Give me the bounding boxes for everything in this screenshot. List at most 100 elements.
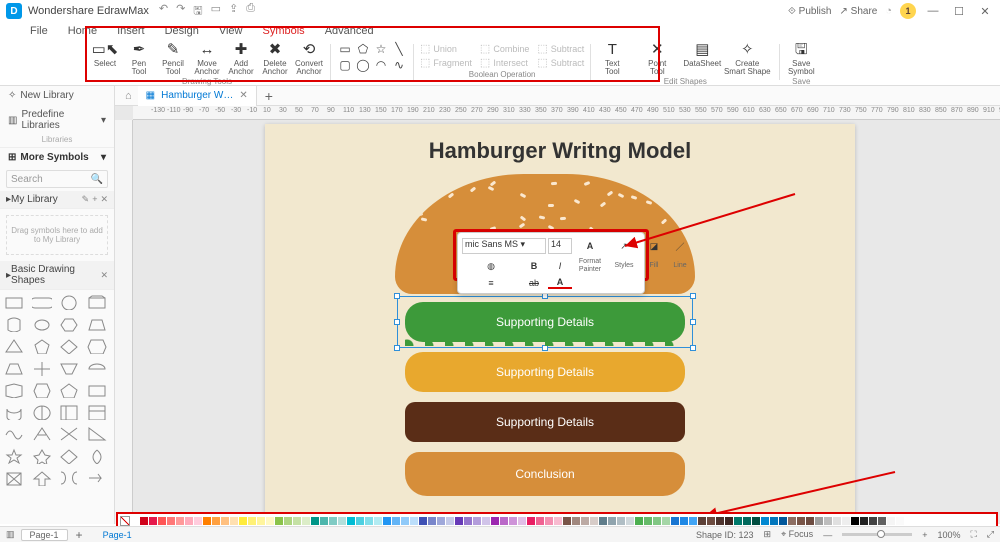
shape-thumb[interactable] <box>32 382 52 398</box>
close-panel-icon[interactable]: ✕ <box>100 194 108 205</box>
shape-thumb[interactable] <box>59 360 79 376</box>
shape-thumb[interactable] <box>32 448 52 464</box>
undo-icon[interactable]: ↶ <box>159 2 168 21</box>
help-icon[interactable]: ◔ <box>885 5 892 17</box>
cheese-layer[interactable]: Supporting Details <box>405 352 685 392</box>
shape-thumb[interactable] <box>87 470 107 486</box>
more-symbols-button[interactable]: ⊞ More Symbols▾ <box>0 148 114 167</box>
redo-icon[interactable]: ↷ <box>176 2 185 21</box>
close-button[interactable]: ✕ <box>976 5 994 18</box>
add-page-button[interactable]: + <box>76 528 83 542</box>
shape-thumb[interactable] <box>87 382 107 398</box>
add-anchor-button[interactable]: ✚AddAnchor <box>226 42 256 76</box>
shape-thumb[interactable] <box>4 338 24 354</box>
tab-home-icon[interactable]: ⌂ <box>119 90 138 102</box>
save-symbol-button[interactable]: 🖫 Save Symbol <box>786 42 816 76</box>
predefine-libraries-button[interactable]: ▥ Predefine Libraries▾ <box>0 105 114 135</box>
focus-button[interactable]: ⌖ Focus <box>781 529 813 540</box>
shape-thumb[interactable] <box>87 316 107 332</box>
library-dropzone[interactable]: Drag symbols here to add to My Library <box>6 215 108 255</box>
shape-grid-item[interactable]: ◯ <box>355 58 371 72</box>
shape-thumb[interactable] <box>32 470 52 486</box>
text-color-button[interactable]: A <box>548 277 572 289</box>
shape-thumb[interactable] <box>4 470 24 486</box>
delete-anchor-button[interactable]: ✖DeleteAnchor <box>260 42 290 76</box>
shape-thumb[interactable] <box>59 316 79 332</box>
maximize-button[interactable]: ☐ <box>950 5 968 18</box>
menu-home[interactable]: Home <box>58 25 107 37</box>
shape-grid-item[interactable]: ∿ <box>391 58 407 72</box>
line-button[interactable]: ／ <box>668 240 692 253</box>
italic-button[interactable]: I <box>548 261 572 271</box>
shape-thumb[interactable] <box>59 404 79 420</box>
shape-grid-item[interactable]: ⬠ <box>355 42 371 56</box>
shape-grid-item[interactable]: ▢ <box>337 58 353 72</box>
shape-thumb[interactable] <box>59 448 79 464</box>
canvas-page[interactable]: Hamburger Writng Model Supporting Detail… <box>265 124 855 524</box>
publish-link[interactable]: ⟐ Publish <box>788 6 831 17</box>
datasheet-button[interactable]: ▤DataSheet <box>687 42 717 68</box>
shape-thumb[interactable] <box>4 404 24 420</box>
shape-thumb[interactable] <box>59 338 79 354</box>
pencil-button[interactable]: ✎PencilTool <box>158 42 188 76</box>
shape-thumb[interactable] <box>32 404 52 420</box>
fragment-button[interactable]: ⬚Fragment <box>420 56 472 69</box>
align-button[interactable]: ≡ <box>462 278 520 288</box>
shape-thumb[interactable] <box>59 470 79 486</box>
zoom-slider[interactable] <box>842 533 912 536</box>
lettuce-layer[interactable]: Supporting Details <box>405 302 685 342</box>
combine-button[interactable]: ⬚Combine <box>480 42 529 55</box>
shape-thumb[interactable] <box>4 448 24 464</box>
qat-save-icon[interactable]: 🖫 <box>193 2 202 21</box>
shape-grid-item[interactable]: ◠ <box>373 58 389 72</box>
shape-thumb[interactable] <box>87 338 107 354</box>
qat-open-icon[interactable]: ▭ <box>211 2 221 21</box>
shape-thumb[interactable] <box>32 316 52 332</box>
page-tab[interactable]: Page-1 <box>21 529 68 541</box>
user-badge[interactable]: 1 <box>900 3 916 19</box>
add-icon[interactable]: + <box>92 194 97 205</box>
menu-advanced[interactable]: Advanced <box>315 25 384 37</box>
shape-thumb[interactable] <box>59 294 79 310</box>
move-anchor-button[interactable]: ↔MoveAnchor <box>192 42 222 76</box>
close-tab-icon[interactable]: ✕ <box>239 90 247 101</box>
shape-thumb[interactable] <box>4 294 24 310</box>
shape-thumb[interactable] <box>59 382 79 398</box>
shape-thumb[interactable] <box>87 426 107 442</box>
search-input[interactable]: Search🔍 <box>6 170 108 188</box>
meat-layer[interactable]: Supporting Details <box>405 402 685 442</box>
page-list-icon[interactable]: ▥ <box>6 529 15 540</box>
shape-grid-item[interactable]: ▭ <box>337 42 353 56</box>
zoom-out-button[interactable]: — <box>823 530 832 540</box>
page-link[interactable]: Page-1 <box>103 530 132 540</box>
bold-button[interactable]: B <box>522 261 546 271</box>
format-painter-button[interactable]: ↗ <box>620 241 628 252</box>
strike-button[interactable]: ab <box>522 278 546 288</box>
share-link[interactable]: ↗ Share <box>839 6 877 17</box>
shape-grid-item[interactable]: ☆ <box>373 42 389 56</box>
union-button[interactable]: ⬚Union <box>420 42 472 55</box>
shape-thumb[interactable] <box>4 426 24 442</box>
shape-thumb[interactable] <box>87 294 107 310</box>
point-tool-button[interactable]: ✕PointTool <box>631 42 683 76</box>
fullscreen-icon[interactable]: ⤢ <box>987 529 994 540</box>
smart-shape-button[interactable]: ✧CreateSmart Shape <box>721 42 773 76</box>
shape-thumb[interactable] <box>87 404 107 420</box>
basic-shapes-panel[interactable]: ▸ Basic Drawing Shapes✕ <box>0 261 114 290</box>
shape-thumb[interactable] <box>4 316 24 332</box>
menu-view[interactable]: View <box>209 25 253 37</box>
styles-button[interactable]: ◪ <box>642 241 666 252</box>
zoom-in-button[interactable]: + <box>922 530 927 540</box>
subtract-button[interactable]: ⬚Subtract <box>537 42 584 55</box>
my-library-panel[interactable]: ▸ My Library✎+✕ <box>0 191 114 209</box>
shape-thumb[interactable] <box>32 294 52 310</box>
fill-button[interactable]: ◍ <box>462 261 520 272</box>
grid-toggle-icon[interactable]: ⊞ <box>764 529 772 540</box>
fit-page-icon[interactable]: ⛶ <box>970 529 976 540</box>
minimize-button[interactable]: — <box>924 5 942 17</box>
menu-design[interactable]: Design <box>155 25 209 37</box>
convert-anchor-button[interactable]: ⟲ConvertAnchor <box>294 42 324 76</box>
new-library-button[interactable]: ✧ New Library <box>0 86 114 105</box>
shape-thumb[interactable] <box>32 338 52 354</box>
shape-thumb[interactable] <box>87 360 107 376</box>
